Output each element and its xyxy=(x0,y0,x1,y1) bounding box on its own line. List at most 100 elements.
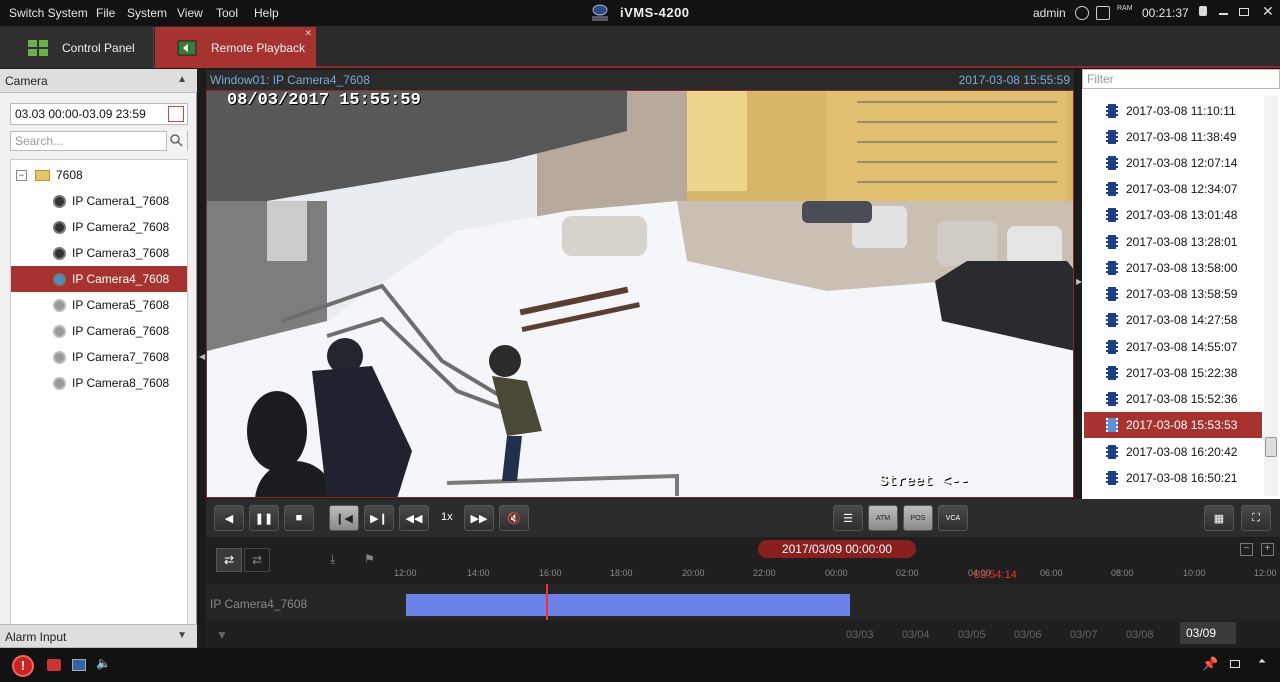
menu-help[interactable]: Help xyxy=(254,6,279,20)
tree-camera-7[interactable]: IP Camera7_7608 xyxy=(11,344,187,370)
filter-input[interactable]: Filter xyxy=(1082,69,1280,89)
search-input[interactable]: Search... xyxy=(10,131,188,151)
day-tab[interactable]: 03/05 xyxy=(958,629,986,641)
close-icon[interactable]: ✕ xyxy=(1262,3,1274,20)
file-list-button[interactable]: ☰ xyxy=(833,505,863,531)
calendar-icon[interactable] xyxy=(168,106,184,122)
bookmark-icon[interactable]: ⚑ xyxy=(364,552,375,566)
download-icon[interactable]: ⤓ xyxy=(330,552,335,567)
stop-button[interactable]: ■ xyxy=(284,505,314,531)
expand-up-icon[interactable]: ⏶ xyxy=(1258,656,1266,667)
timeline-mode-b-button[interactable]: ⇄ xyxy=(244,548,270,572)
file-item[interactable]: 2017-03-08 16:50:21 xyxy=(1084,465,1262,491)
volume-button[interactable]: 🔇 xyxy=(499,505,529,531)
file-item[interactable]: 2017-03-08 16:20:42 xyxy=(1084,439,1262,465)
filter-icon[interactable]: ▼ xyxy=(216,628,228,642)
chevron-down-icon[interactable]: ▼ xyxy=(177,630,187,641)
control-panel-icon xyxy=(28,39,48,56)
tree-camera-2[interactable]: IP Camera2_7608 xyxy=(11,214,187,240)
film-icon xyxy=(1106,156,1118,170)
file-item[interactable]: 2017-03-08 14:27:58 xyxy=(1084,307,1262,333)
tree-camera-5[interactable]: IP Camera5_7608 xyxy=(11,292,187,318)
date-range-field[interactable]: 03.03 00:00-03.09 23:59 xyxy=(10,103,188,125)
file-item[interactable]: 2017-03-08 14:55:07 xyxy=(1084,334,1262,360)
alarm-warning-icon[interactable]: ! xyxy=(12,655,34,677)
collapse-icon[interactable]: − xyxy=(16,169,27,181)
day-tab-active[interactable]: 03/09 xyxy=(1180,622,1236,644)
file-list-scroll-thumb[interactable] xyxy=(1265,437,1277,457)
film-icon xyxy=(1106,445,1118,459)
chevron-up-icon[interactable]: ▲ xyxy=(177,74,187,85)
frame-back-button[interactable]: ❙◀ xyxy=(329,505,359,531)
speed-up-button[interactable]: ▶▶ xyxy=(464,505,494,531)
camera-panel-header[interactable]: Camera ▲ xyxy=(0,69,197,93)
menu-switch-system[interactable]: Switch System xyxy=(9,6,88,20)
reverse-play-button[interactable]: ◀ xyxy=(214,505,244,531)
minimize-icon[interactable] xyxy=(1219,13,1228,15)
globe-icon[interactable] xyxy=(1075,6,1089,20)
keyboard-icon[interactable] xyxy=(1096,6,1110,20)
file-list-scrollbar[interactable] xyxy=(1264,96,1278,496)
pin-icon[interactable]: 📌 xyxy=(1202,656,1218,672)
frame-forward-button[interactable]: ▶❙ xyxy=(364,505,394,531)
tab-close-icon[interactable]: ✕ xyxy=(304,28,312,39)
fullscreen-button[interactable]: ⛶ xyxy=(1241,505,1271,531)
vca-button[interactable]: VCA xyxy=(938,505,968,531)
tree-folder-7608[interactable]: − 7608 xyxy=(11,162,187,188)
tree-camera-3[interactable]: IP Camera3_7608 xyxy=(11,240,187,266)
file-item[interactable]: 2017-03-08 13:58:00 xyxy=(1084,255,1262,281)
file-item[interactable]: 2017-03-08 13:28:01 xyxy=(1084,229,1262,255)
camera-offline-icon xyxy=(53,376,66,390)
speaker-icon[interactable]: 🔈 xyxy=(96,656,111,670)
restore-icon[interactable] xyxy=(1239,8,1249,16)
zoom-in-icon[interactable]: + xyxy=(1261,543,1274,556)
recording-segment[interactable] xyxy=(406,594,850,616)
ram-icon[interactable]: RAM xyxy=(1117,5,1133,13)
zoom-out-icon[interactable]: − xyxy=(1240,543,1253,556)
file-item[interactable]: 2017-03-08 13:01:48 xyxy=(1084,202,1262,228)
stop-icon: ■ xyxy=(295,512,303,524)
menu-view[interactable]: View xyxy=(177,6,203,20)
alarm-event-icon[interactable] xyxy=(47,659,61,671)
file-item[interactable]: 2017-03-08 15:22:38 xyxy=(1084,360,1262,386)
day-tab[interactable]: 03/07 xyxy=(1070,629,1098,641)
menu-file[interactable]: File xyxy=(96,6,115,20)
search-icon[interactable] xyxy=(166,131,187,151)
window-icon[interactable] xyxy=(1230,660,1240,668)
lock-icon[interactable] xyxy=(1199,6,1207,16)
tab-control-panel[interactable]: Control Panel xyxy=(0,27,154,68)
tree-camera-6[interactable]: IP Camera6_7608 xyxy=(11,318,187,344)
video-monitor-icon[interactable] xyxy=(72,659,86,671)
file-item[interactable]: 2017-03-08 12:07:14 xyxy=(1084,150,1262,176)
day-tab[interactable]: 03/06 xyxy=(1014,629,1042,641)
file-item-selected[interactable]: 2017-03-08 15:53:53 xyxy=(1084,412,1262,438)
menu-tool[interactable]: Tool xyxy=(216,6,238,20)
window-layout-button[interactable]: ▦ xyxy=(1204,505,1234,531)
user-name[interactable]: admin xyxy=(1033,6,1066,20)
tree-camera-1[interactable]: IP Camera1_7608 xyxy=(11,188,187,214)
menu-system[interactable]: System xyxy=(127,6,167,20)
tree-camera-8[interactable]: IP Camera8_7608 xyxy=(11,370,187,396)
alarm-input-header[interactable]: Alarm Input ▼ xyxy=(0,624,197,648)
pause-button[interactable]: ❚❚ xyxy=(249,505,279,531)
day-tab[interactable]: 03/04 xyxy=(902,629,930,641)
atm-button[interactable]: ATM xyxy=(868,505,898,531)
tick-label: 02:00 xyxy=(896,568,919,578)
tab-remote-playback[interactable]: Remote Playback ✕ xyxy=(155,27,316,68)
file-item[interactable]: 2017-03-08 12:34:07 xyxy=(1084,176,1262,202)
file-item[interactable]: 2017-03-08 11:38:49 xyxy=(1084,124,1262,150)
slow-down-button[interactable]: ◀◀ xyxy=(399,505,429,531)
file-item[interactable]: 2017-03-08 15:52:36 xyxy=(1084,386,1262,412)
file-item[interactable]: 2017-03-08 13:58:59 xyxy=(1084,281,1262,307)
day-tab[interactable]: 03/08 xyxy=(1126,629,1154,641)
tick-label: 18:00 xyxy=(610,568,633,578)
pos-button[interactable]: POS xyxy=(903,505,933,531)
collapse-left-panel-icon[interactable]: ◀ xyxy=(199,352,205,361)
file-item[interactable]: 2017-03-08 11:10:11 xyxy=(1084,98,1262,124)
tab-bar: Control Panel Remote Playback ✕ xyxy=(0,27,1280,68)
day-tab[interactable]: 03/03 xyxy=(846,629,874,641)
timeline-mode-a-button[interactable]: ⇄ xyxy=(216,548,242,572)
video-playback-window[interactable]: 08/03/2017 15:55:59 Street <-- xyxy=(206,90,1074,498)
tree-camera-4[interactable]: IP Camera4_7608 xyxy=(11,266,187,292)
timeline-cursor[interactable] xyxy=(546,584,548,620)
